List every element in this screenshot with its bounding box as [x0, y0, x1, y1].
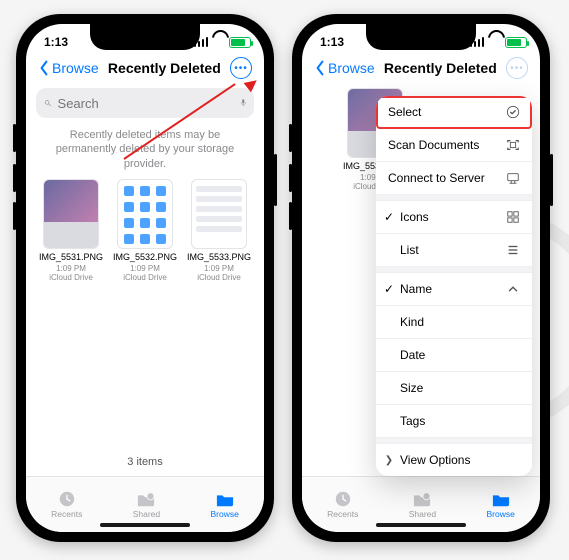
- checkmark-icon: ✓: [382, 210, 396, 224]
- device-notch: [90, 24, 200, 50]
- tab-shared[interactable]: Shared: [409, 490, 436, 519]
- tab-recents[interactable]: Recents: [327, 490, 358, 519]
- tab-recents[interactable]: Recents: [51, 490, 82, 519]
- file-item[interactable]: IMG_5533.PNG 1:09 PM iCloud Drive: [186, 179, 252, 282]
- more-menu: Select Scan Documents Connect to Server …: [376, 96, 532, 476]
- device-frame-left: 1:13 84 Browse Recently Deleted •••: [16, 14, 274, 542]
- server-icon: [506, 171, 520, 185]
- status-indicators: 84: [470, 37, 522, 48]
- menu-item-scan[interactable]: Scan Documents: [376, 129, 532, 162]
- tab-browse[interactable]: Browse: [210, 490, 238, 519]
- file-time: 1:09 PM: [112, 264, 178, 273]
- status-time: 1:13: [320, 35, 344, 49]
- info-notice: Recently deleted items may be permanentl…: [26, 128, 264, 179]
- tab-browse[interactable]: Browse: [486, 490, 514, 519]
- battery-percent: 84: [233, 38, 242, 47]
- shared-folder-icon: [411, 490, 433, 508]
- back-label: Browse: [52, 60, 99, 76]
- screen-left: 1:13 84 Browse Recently Deleted •••: [26, 24, 264, 532]
- menu-item-connect[interactable]: Connect to Server: [376, 162, 532, 195]
- menu-label: Tags: [400, 414, 425, 428]
- scan-icon: [506, 138, 520, 152]
- menu-label: Date: [400, 348, 425, 362]
- menu-item-list[interactable]: List: [376, 234, 532, 267]
- home-indicator: [100, 523, 190, 527]
- mic-icon[interactable]: [240, 96, 246, 110]
- tab-label: Browse: [210, 509, 238, 519]
- chevron-right-icon: ❯: [382, 455, 396, 466]
- menu-item-sort-kind[interactable]: Kind: [376, 306, 532, 339]
- folder-icon: [490, 490, 512, 508]
- menu-label: View Options: [400, 453, 470, 467]
- file-location: iCloud Drive: [38, 273, 104, 282]
- more-button[interactable]: •••: [230, 57, 252, 79]
- file-location: iCloud Drive: [186, 273, 252, 282]
- battery-percent: 84: [509, 38, 518, 47]
- menu-item-view-options[interactable]: ❯ View Options: [376, 444, 532, 476]
- menu-label: Select: [388, 105, 421, 119]
- file-time: 1:09 PM: [38, 264, 104, 273]
- search-icon: [44, 96, 52, 110]
- page-title: Recently Deleted: [108, 60, 221, 76]
- tab-label: Browse: [486, 509, 514, 519]
- clock-icon: [56, 490, 78, 508]
- folder-icon: [214, 490, 236, 508]
- file-thumbnail: [117, 179, 173, 249]
- file-item[interactable]: IMG_5531.PNG 1:09 PM iCloud Drive: [38, 179, 104, 282]
- status-time: 1:13: [44, 35, 68, 49]
- ellipsis-icon: •••: [234, 63, 248, 74]
- menu-label: Icons: [400, 210, 429, 224]
- wifi-icon: [212, 37, 225, 47]
- menu-label: List: [400, 243, 419, 257]
- device-notch: [366, 24, 476, 50]
- status-indicators: 84: [194, 37, 246, 48]
- file-name: IMG_5531.PNG: [38, 253, 104, 263]
- menu-item-sort-size[interactable]: Size: [376, 372, 532, 405]
- menu-item-sort-tags[interactable]: Tags: [376, 405, 532, 438]
- file-thumbnail: [191, 179, 247, 249]
- menu-label: Kind: [400, 315, 424, 329]
- menu-item-sort-date[interactable]: Date: [376, 339, 532, 372]
- file-time: 1:09 PM: [186, 264, 252, 273]
- list-icon: [506, 243, 520, 257]
- nav-bar: Browse Recently Deleted •••: [26, 54, 264, 88]
- item-count: 3 items: [26, 456, 264, 468]
- tab-label: Recents: [51, 509, 82, 519]
- chevron-up-icon: [506, 282, 520, 296]
- file-location: iCloud Drive: [112, 273, 178, 282]
- comparison-stage: 1:13 84 Browse Recently Deleted •••: [0, 0, 569, 556]
- menu-label: Scan Documents: [388, 138, 479, 152]
- device-frame-right: 1:13 84 Browse Recently Deleted •••: [292, 14, 550, 542]
- tab-label: Shared: [409, 509, 436, 519]
- wifi-icon: [488, 37, 501, 47]
- file-name: IMG_5533.PNG: [186, 253, 252, 263]
- screen-right: 1:13 84 Browse Recently Deleted •••: [302, 24, 540, 532]
- menu-label: Name: [400, 282, 432, 296]
- menu-label: Connect to Server: [388, 171, 485, 185]
- file-thumbnail: [43, 179, 99, 249]
- clock-icon: [332, 490, 354, 508]
- menu-label: Size: [400, 381, 423, 395]
- tab-label: Shared: [133, 509, 160, 519]
- menu-item-select[interactable]: Select: [376, 96, 532, 129]
- select-checkmark-circle-icon: [506, 105, 520, 119]
- tab-label: Recents: [327, 509, 358, 519]
- grid-icon: [506, 210, 520, 224]
- file-name: IMG_5532.PNG: [112, 253, 178, 263]
- file-item[interactable]: IMG_5532.PNG 1:09 PM iCloud Drive: [112, 179, 178, 282]
- shared-folder-icon: [135, 490, 157, 508]
- back-button[interactable]: Browse: [38, 60, 99, 76]
- home-indicator: [376, 523, 466, 527]
- checkmark-icon: ✓: [382, 282, 396, 296]
- tab-shared[interactable]: Shared: [133, 490, 160, 519]
- menu-item-icons[interactable]: ✓ Icons: [376, 201, 532, 234]
- chevron-left-icon: [38, 60, 50, 76]
- files-grid: IMG_5531.PNG 1:09 PM iCloud Drive IMG_55…: [26, 179, 264, 282]
- menu-item-sort-name[interactable]: ✓ Name: [376, 273, 532, 306]
